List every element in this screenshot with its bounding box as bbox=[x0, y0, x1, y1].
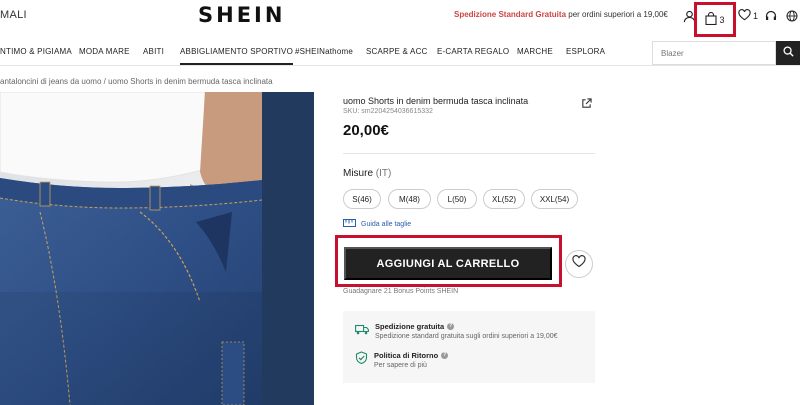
nav-item-abiti[interactable]: ABITI bbox=[143, 47, 164, 56]
share-icon[interactable] bbox=[581, 96, 592, 114]
nav-item-esplora[interactable]: ESPLORA bbox=[566, 47, 605, 56]
size-guide-link[interactable]: Guida alle taglie bbox=[343, 219, 411, 229]
free-shipping-title: Spedizione gratuita bbox=[375, 322, 445, 331]
info-icon[interactable]: ? bbox=[441, 352, 449, 359]
headset-icon[interactable] bbox=[765, 6, 777, 26]
return-policy-desc: Per sapere di più bbox=[374, 362, 427, 369]
bonus-points-text: Guadagnare 21 Bonus Points SHEIN bbox=[343, 288, 459, 295]
bag-icon bbox=[705, 11, 718, 27]
promo-strong: Spedizione Standard Gratuita bbox=[454, 10, 567, 19]
shield-check-icon bbox=[355, 351, 368, 369]
top-header: MALI SHEIN Spedizione Standard Gratuita … bbox=[0, 0, 800, 36]
product-price: 20,00€ bbox=[343, 122, 389, 139]
size-option-s[interactable]: S(46) bbox=[343, 189, 381, 209]
product-image[interactable] bbox=[0, 92, 314, 405]
search-button[interactable] bbox=[776, 41, 800, 65]
wishlist-button[interactable]: 1 bbox=[738, 6, 758, 26]
nav-item-scarpe-acc[interactable]: SCARPE & ACC bbox=[366, 47, 428, 56]
nav-item-marche[interactable]: MARCHE bbox=[517, 47, 553, 56]
product-sku: SKU: sm2204254036615332 bbox=[343, 108, 433, 115]
divider bbox=[343, 153, 595, 154]
sizes-label-text: Misure bbox=[343, 168, 374, 179]
size-option-xxl[interactable]: XXL(54) bbox=[531, 189, 578, 209]
sizes-label: Misure (IT) bbox=[343, 168, 391, 179]
add-to-cart-button[interactable]: AGGIUNGI AL CARRELLO bbox=[344, 247, 552, 280]
search-icon bbox=[782, 44, 794, 62]
nav-item-sheinathome[interactable]: #SHEINathome bbox=[295, 47, 353, 56]
info-icon[interactable]: ? bbox=[447, 323, 455, 330]
nav-item-moda-mare[interactable]: MODA MARE bbox=[79, 47, 130, 56]
nav-item-e-carta-regalo[interactable]: E-CARTA REGALO bbox=[437, 47, 509, 56]
product-title: uomo Shorts in denim bermuda tasca incli… bbox=[343, 96, 529, 106]
shipping-promo: Spedizione Standard Gratuita per ordini … bbox=[454, 10, 668, 19]
bag-count: 3 bbox=[719, 14, 725, 25]
wishlist-count: 1 bbox=[753, 11, 759, 21]
free-shipping-row: Spedizione gratuita? Spedizione standard… bbox=[355, 322, 558, 340]
size-guide-label: Guida alle taglie bbox=[361, 220, 412, 228]
sizes-unit: (IT) bbox=[373, 168, 392, 179]
shein-logo[interactable]: SHEIN bbox=[198, 3, 285, 27]
shipping-info-box: Spedizione gratuita? Spedizione standard… bbox=[343, 311, 595, 383]
shopping-bag-button[interactable]: 3 bbox=[694, 2, 736, 37]
nav-item-intimo-pigiama[interactable]: NTIMO & PIGIAMA bbox=[0, 47, 72, 56]
ruler-icon bbox=[343, 219, 356, 229]
free-shipping-desc: Spedizione standard gratuita sugli ordin… bbox=[375, 333, 558, 340]
size-option-m[interactable]: M(48) bbox=[388, 189, 431, 209]
heart-outline-icon bbox=[572, 255, 586, 273]
return-policy-row[interactable]: Politica di Ritorno? Per sapere di più bbox=[355, 351, 449, 369]
breadcrumb[interactable]: antaloncini di jeans da uomo / uomo Shor… bbox=[0, 77, 273, 86]
nav-item-abbigliamento-sportivo[interactable]: ABBIGLIAMENTO SPORTIVO bbox=[180, 47, 294, 65]
heart-icon bbox=[738, 9, 751, 23]
size-option-xl[interactable]: XL(52) bbox=[483, 189, 525, 209]
size-option-l[interactable]: L(50) bbox=[437, 189, 477, 209]
search-input[interactable] bbox=[652, 41, 776, 65]
globe-icon[interactable] bbox=[786, 6, 798, 26]
truck-icon bbox=[355, 322, 369, 340]
return-policy-title: Politica di Ritorno bbox=[374, 351, 439, 360]
add-to-wishlist-button[interactable] bbox=[565, 250, 593, 278]
promo-rest: per ordini superiori a 19,00€ bbox=[566, 10, 668, 19]
header-left-text[interactable]: MALI bbox=[0, 9, 27, 21]
